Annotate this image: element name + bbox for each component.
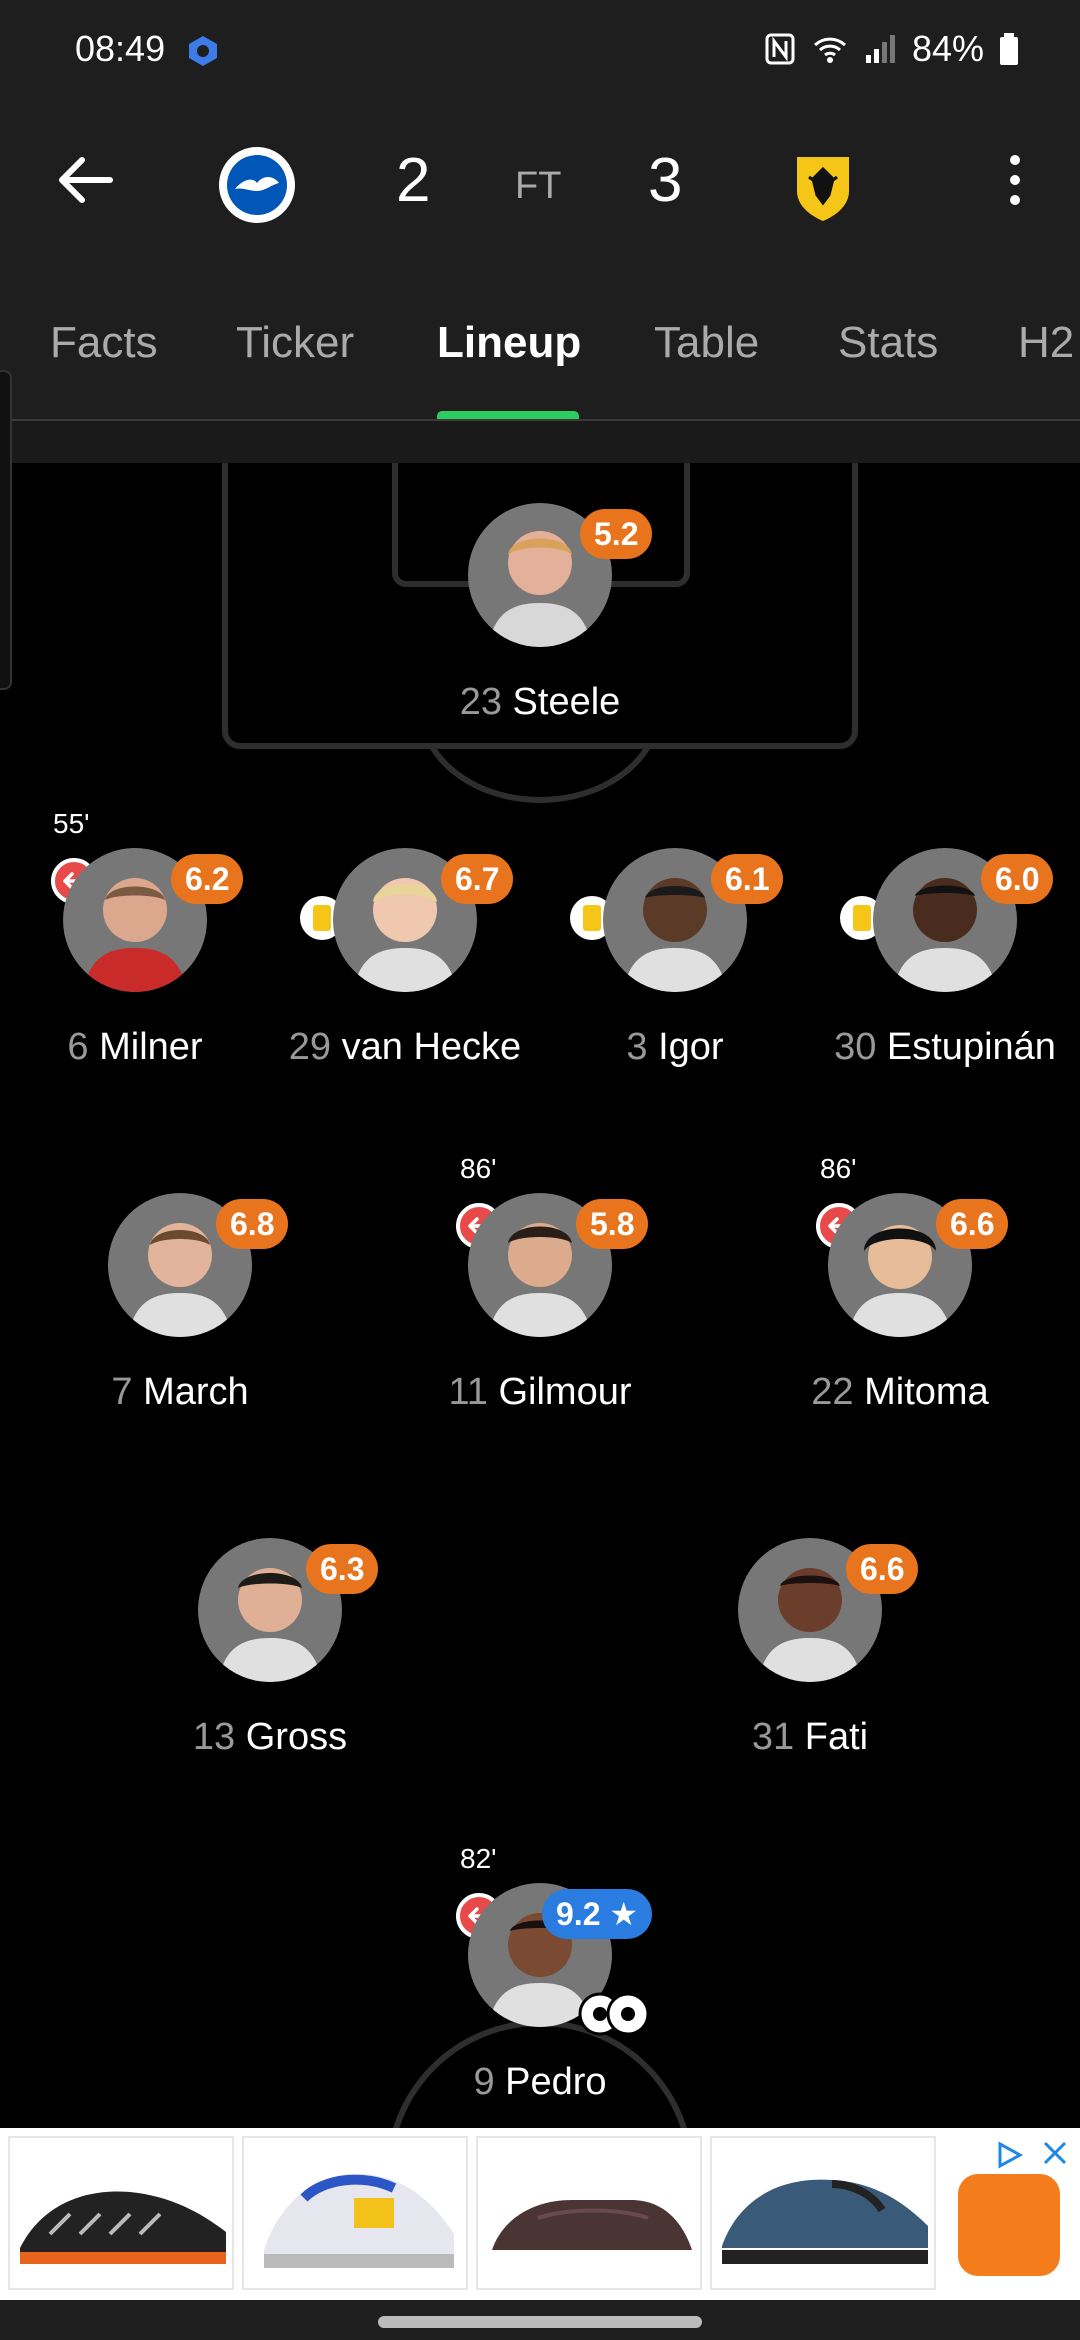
player-gross[interactable]: 6.3 13 Gross [120, 1498, 420, 1758]
lineup-subbar [0, 421, 1080, 463]
player-rating: 6.0 [981, 854, 1054, 904]
player-name: March [143, 1371, 249, 1413]
player-name: Mitoma [864, 1371, 989, 1413]
player-name: Fati [804, 1716, 869, 1758]
player-rating: 6.1 [711, 854, 784, 904]
system-nav-bar [0, 2300, 1080, 2340]
player-vanhecke[interactable]: 6.7 29 van Hecke [255, 808, 555, 1068]
player-name: Igor [658, 1026, 724, 1068]
goals-scored-icon [578, 1992, 650, 2036]
battery-percent: 84% [911, 28, 984, 69]
player-name: Gilmour [498, 1371, 632, 1413]
player-number: 30 [834, 1026, 877, 1068]
player-name-label: 9 Pedro [330, 2061, 750, 2104]
home-team-logo[interactable] [217, 145, 297, 225]
player-mitoma[interactable]: 86' 6.6 22 Mitoma [750, 1153, 1050, 1413]
tab-ticker[interactable]: Ticker [236, 318, 354, 368]
player-milner[interactable]: 55' 6.2 6 Milner [0, 808, 285, 1068]
nfc-icon [765, 33, 795, 65]
wifi-icon [813, 37, 846, 63]
signal-icon [865, 35, 895, 63]
ad-product-image[interactable] [710, 2136, 936, 2290]
player-rating: 6.8 [216, 1199, 289, 1249]
tab-lineup[interactable]: Lineup [437, 318, 581, 368]
sub-minute: 86' [820, 1153, 857, 1184]
ad-product-image[interactable] [476, 2136, 702, 2290]
player-number: 9 [473, 2061, 495, 2103]
player-rating: 6.3 [306, 1544, 379, 1594]
tab-h2h[interactable]: H2 [1018, 318, 1074, 368]
sub-minute: 55' [53, 808, 90, 839]
tab-table[interactable]: Table [654, 318, 759, 368]
player-name: Pedro [505, 2061, 607, 2103]
status-time: 08:49 [75, 28, 166, 69]
player-rating: 5.2 [580, 509, 653, 559]
player-estupinan[interactable]: 6.0 30 Estupinán [795, 808, 1080, 1068]
player-name-label: 30 Estupinán [735, 1026, 1080, 1069]
player-rating-top: 9.2 ★ [542, 1889, 653, 1939]
player-march[interactable]: 6.8 7 March [30, 1153, 330, 1413]
away-score: 3 [648, 146, 683, 215]
ad-product-image[interactable] [242, 2136, 468, 2290]
app-notification-icon [189, 36, 217, 66]
player-number: 7 [111, 1371, 133, 1413]
ad-choices-icon[interactable] [994, 2140, 1024, 2170]
tab-stats[interactable]: Stats [838, 318, 938, 368]
player-number: 22 [811, 1371, 854, 1413]
player-number: 29 [288, 1026, 332, 1068]
match-tabs: Facts Ticker Lineup Table Stats H2 [0, 318, 1080, 418]
player-number: 6 [67, 1026, 89, 1068]
player-name-label: 22 Mitoma [690, 1371, 1080, 1414]
more-options-icon[interactable] [1000, 150, 1030, 210]
status-bar: 08:49 84% [0, 0, 1080, 100]
player-name-label: 23 Steele [330, 681, 750, 724]
player-number: 3 [626, 1026, 648, 1068]
tab-facts[interactable]: Facts [50, 318, 158, 368]
player-fati[interactable]: 6.6 31 Fati [660, 1498, 960, 1758]
match-status: FT [515, 165, 562, 207]
player-pedro[interactable]: 82' 9.2 ★ 9 Pedro [390, 1843, 690, 2103]
home-score: 2 [396, 146, 431, 215]
player-rating: 5.8 [576, 1199, 649, 1249]
status-right: 84% [762, 28, 1020, 70]
ad-close-icon[interactable] [1040, 2138, 1070, 2168]
battery-icon [1000, 33, 1018, 65]
sub-minute: 86' [460, 1153, 497, 1184]
player-rating: 6.7 [441, 854, 514, 904]
player-name-label: 13 Gross [60, 1716, 480, 1759]
back-arrow-icon[interactable] [50, 145, 120, 215]
away-team-logo[interactable] [783, 145, 863, 225]
player-name-label: 31 Fati [600, 1716, 1020, 1759]
home-gesture-pill[interactable] [378, 2316, 702, 2328]
player-number: 11 [448, 1371, 488, 1413]
ad-product-image[interactable] [8, 2136, 234, 2290]
player-number: 13 [192, 1716, 236, 1758]
player-steele[interactable]: 5.2 23 Steele [390, 463, 690, 723]
player-rating: 6.2 [171, 854, 244, 904]
ad-banner[interactable] [0, 2128, 1080, 2300]
player-name: Estupinán [886, 1026, 1056, 1068]
advertiser-logo[interactable] [958, 2174, 1060, 2276]
player-number: 31 [751, 1716, 795, 1758]
player-number: 23 [459, 681, 502, 723]
player-rating: 6.6 [936, 1199, 1009, 1249]
player-name: Steele [512, 681, 621, 723]
player-rating: 6.6 [846, 1544, 919, 1594]
player-name: Gross [245, 1716, 348, 1758]
player-name-label: 11 Gilmour [330, 1371, 750, 1414]
player-name: Milner [99, 1026, 203, 1068]
lineup-pitch: 5.2 23 Steele 55' 6.2 6 Milner 6.7 29 va… [0, 463, 1080, 2128]
player-gilmour[interactable]: 86' 5.8 11 Gilmour [390, 1153, 690, 1413]
player-igor[interactable]: 6.1 3 Igor [525, 808, 825, 1068]
sub-minute: 82' [460, 1843, 497, 1874]
